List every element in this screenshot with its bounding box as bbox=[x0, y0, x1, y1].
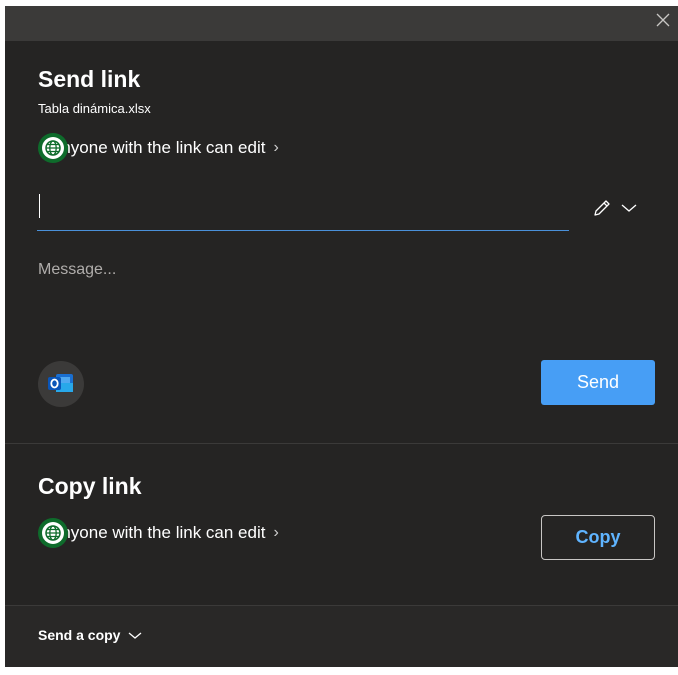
recipient-input[interactable] bbox=[37, 186, 569, 231]
send-a-copy-button[interactable]: Send a copy bbox=[38, 627, 142, 643]
section-divider bbox=[5, 443, 678, 444]
send-link-settings-button[interactable]: Anyone with the link can edit › bbox=[38, 133, 279, 163]
chevron-down-icon bbox=[621, 204, 637, 212]
globe-icon bbox=[38, 133, 68, 163]
file-name: Tabla dinámica.xlsx bbox=[38, 101, 151, 116]
share-dialog: Send link Tabla dinámica.xlsx Anyone wit… bbox=[5, 6, 678, 667]
pencil-icon bbox=[594, 200, 610, 216]
globe-icon bbox=[38, 518, 68, 548]
outlook-button[interactable] bbox=[38, 361, 84, 407]
copy-link-title: Copy link bbox=[38, 473, 142, 499]
chevron-right-icon: › bbox=[273, 524, 279, 541]
copy-link-setting-label: Anyone with the link can edit bbox=[50, 523, 266, 542]
text-caret bbox=[39, 194, 40, 218]
send-a-copy-label: Send a copy bbox=[38, 627, 121, 643]
permission-dropdown[interactable] bbox=[591, 194, 647, 222]
close-icon bbox=[656, 13, 670, 27]
send-link-title: Send link bbox=[38, 66, 141, 92]
chevron-down-icon bbox=[129, 632, 142, 639]
close-button[interactable] bbox=[648, 6, 678, 34]
outlook-icon bbox=[48, 374, 73, 392]
send-button[interactable]: Send bbox=[541, 360, 655, 405]
message-field[interactable]: Message... bbox=[38, 261, 116, 279]
chevron-right-icon: › bbox=[273, 139, 279, 156]
copy-button[interactable]: Copy bbox=[541, 515, 655, 560]
send-link-setting-label: Anyone with the link can edit bbox=[50, 138, 266, 157]
title-bar bbox=[5, 6, 678, 41]
copy-link-settings-button[interactable]: Anyone with the link can edit › bbox=[38, 518, 279, 548]
